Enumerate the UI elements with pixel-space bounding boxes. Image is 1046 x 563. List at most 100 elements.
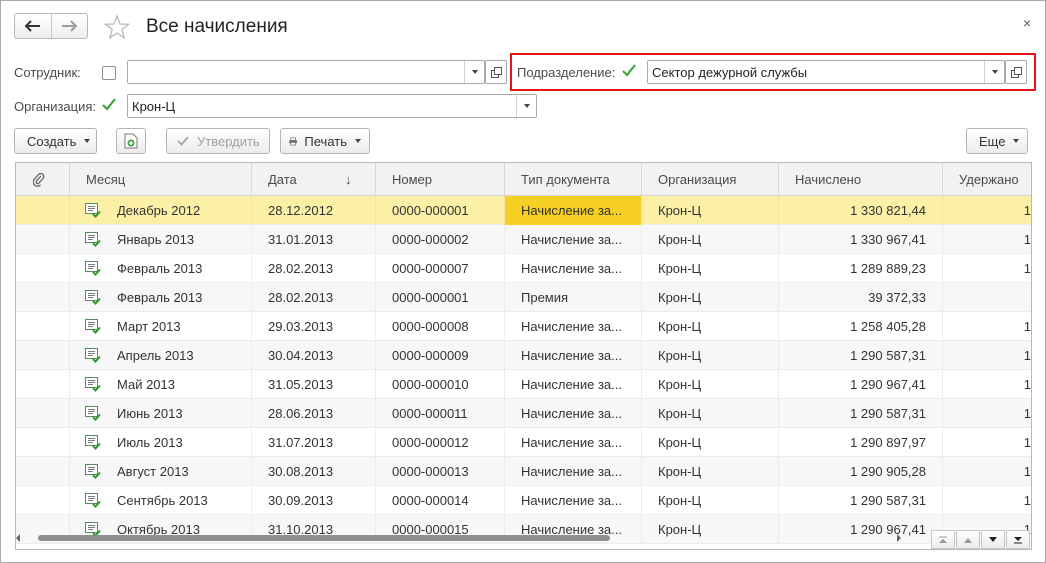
list-scroll-buttons — [931, 530, 1032, 550]
table-row[interactable]: Январь 2013 31.01.2013 0000-000002 Начислен… — [16, 225, 1031, 254]
cell-date: 28.06.2013 — [252, 399, 376, 428]
table-row[interactable]: Февраль 2013 28.02.2013 0000-000001 Премия К… — [16, 283, 1031, 312]
organization-dropdown[interactable] — [516, 95, 536, 117]
employee-checkbox[interactable] — [102, 66, 116, 80]
table-header: Месяц Дата ↓ Номер Тип документа Организ… — [16, 163, 1031, 196]
chevron-down-icon — [471, 70, 478, 74]
cell-attachment — [16, 254, 70, 283]
column-doc-type[interactable]: Тип документа — [505, 163, 642, 196]
table-row[interactable]: Март 2013 29.03.2013 0000-000008 Начисление… — [16, 312, 1031, 341]
table-row[interactable]: Декабрь 2012 28.12.2012 0000-000001 Начисле… — [16, 196, 1031, 225]
nav-buttons — [14, 13, 88, 39]
column-organization[interactable]: Организация — [642, 163, 779, 196]
table-row[interactable]: Февраль 2013 28.02.2013 0000-000007 Начисле… — [16, 254, 1031, 283]
employee-open-button[interactable] — [485, 60, 507, 84]
cell-organization: Крон-Ц — [642, 283, 779, 312]
checkmark-icon — [177, 136, 189, 146]
cell-withheld: 1 — [1023, 261, 1031, 276]
organization-field[interactable]: Крон-Ц — [127, 94, 537, 118]
printer-icon — [289, 137, 298, 145]
column-accrued[interactable]: Начислено — [779, 163, 943, 196]
department-dropdown[interactable] — [984, 61, 1004, 83]
forward-button[interactable] — [50, 14, 87, 38]
approve-button[interactable]: Утвердить — [166, 128, 270, 154]
table-row[interactable]: Август 2013 30.08.2013 0000-000013 Начислен… — [16, 457, 1031, 486]
cell-attachment — [16, 428, 70, 457]
cell-attachment — [16, 196, 70, 225]
organization-check-icon[interactable] — [101, 97, 117, 113]
cell-organization: Крон-Ц — [642, 370, 779, 399]
print-button[interactable]: Печать — [280, 128, 370, 154]
cell-doc-type: Начисление за... — [505, 457, 642, 486]
cell-organization: Крон-Ц — [642, 341, 779, 370]
cell-withheld: 1 — [1023, 406, 1031, 421]
employee-label: Сотрудник: — [14, 65, 81, 80]
documents-table[interactable]: Месяц Дата ↓ Номер Тип документа Организ… — [15, 162, 1032, 550]
more-button[interactable]: Еще — [966, 128, 1028, 154]
cell-doc-type: Начисление за... — [505, 254, 642, 283]
table-row[interactable]: Сентябрь 2013 30.09.2013 0000-000014 Начисл… — [16, 486, 1031, 515]
cell-doc-type: Начисление за... — [505, 428, 642, 457]
cell-accrued: 1 330 967,41 — [779, 225, 943, 254]
organization-label: Организация: — [14, 99, 97, 114]
open-form-icon — [1010, 66, 1022, 78]
department-check-icon[interactable] — [621, 63, 637, 79]
cell-doc-type: Начисление за... — [505, 312, 642, 341]
horizontal-scrollbar[interactable] — [15, 531, 905, 545]
cell-accrued: 1 290 967,41 — [779, 370, 943, 399]
cell-withheld: 1 — [1023, 435, 1031, 450]
scroll-down-icon — [989, 536, 997, 542]
approve-label: Утвердить — [197, 133, 260, 149]
table-row[interactable]: Июль 2013 31.07.2013 0000-000012 Начисление… — [16, 428, 1031, 457]
cell-attachment — [16, 225, 70, 254]
scroll-last-button[interactable] — [1006, 530, 1030, 549]
cell-organization: Крон-Ц — [642, 457, 779, 486]
back-button[interactable] — [15, 14, 51, 38]
organization-value: Крон-Ц — [132, 99, 176, 114]
cell-accrued: 1 330 821,44 — [779, 196, 943, 225]
cell-month: Апрель 2013 — [70, 341, 252, 370]
column-month[interactable]: Месяц — [70, 163, 252, 196]
column-number[interactable]: Номер — [376, 163, 505, 196]
scroll-page-up-button[interactable] — [956, 530, 980, 549]
scroll-first-button[interactable] — [931, 530, 955, 549]
cell-organization: Крон-Ц — [642, 428, 779, 457]
cell-organization: Крон-Ц — [642, 312, 779, 341]
cell-organization: Крон-Ц — [642, 254, 779, 283]
cell-date: 28.12.2012 — [252, 196, 376, 225]
attachment-column-header[interactable] — [16, 163, 70, 196]
cell-month: Август 2013 — [70, 457, 252, 486]
favorite-star-icon[interactable] — [103, 14, 131, 40]
cell-date: 28.02.2013 — [252, 254, 376, 283]
column-withheld[interactable]: Удержано — [943, 163, 1031, 196]
cell-month: Декабрь 2012 — [70, 196, 252, 225]
employee-dropdown[interactable] — [464, 61, 484, 83]
cell-month: Январь 2013 — [70, 225, 252, 254]
scroll-page-down-button[interactable] — [981, 530, 1005, 549]
load-doc-button[interactable] — [116, 128, 146, 154]
cell-date: 31.01.2013 — [252, 225, 376, 254]
column-date[interactable]: Дата ↓ — [252, 163, 376, 196]
table-row[interactable]: Июнь 2013 28.06.2013 0000-000011 Начисление… — [16, 399, 1031, 428]
create-button[interactable]: Создать — [14, 128, 97, 154]
department-open-button[interactable] — [1005, 60, 1027, 84]
cell-organization: Крон-Ц — [642, 196, 779, 225]
cell-accrued: 1 290 587,31 — [779, 486, 943, 515]
cell-withheld: 1 — [1023, 232, 1031, 247]
close-button[interactable]: × — [1023, 15, 1031, 31]
cell-doc-type: Начисление за... — [505, 486, 642, 515]
employee-field[interactable] — [127, 60, 485, 84]
cell-number: 0000-000013 — [376, 457, 505, 486]
cell-number: 0000-000012 — [376, 428, 505, 457]
cell-accrued: 1 289 889,23 — [779, 254, 943, 283]
department-field[interactable]: Сектор дежурной службы — [647, 60, 1005, 84]
cell-number: 0000-000002 — [376, 225, 505, 254]
cell-doc-type: Начисление за... — [505, 370, 642, 399]
table-row[interactable]: Май 2013 31.05.2013 0000-000010 Начисление … — [16, 370, 1031, 399]
cell-doc-type: Премия — [505, 283, 642, 312]
cell-number: 0000-000001 — [376, 196, 505, 225]
cell-doc-type: Начисление за... — [505, 399, 642, 428]
cell-month: Сентябрь 2013 — [70, 486, 252, 515]
table-row[interactable]: Апрель 2013 30.04.2013 0000-000009 Начислен… — [16, 341, 1031, 370]
print-label: Печать — [304, 133, 347, 149]
